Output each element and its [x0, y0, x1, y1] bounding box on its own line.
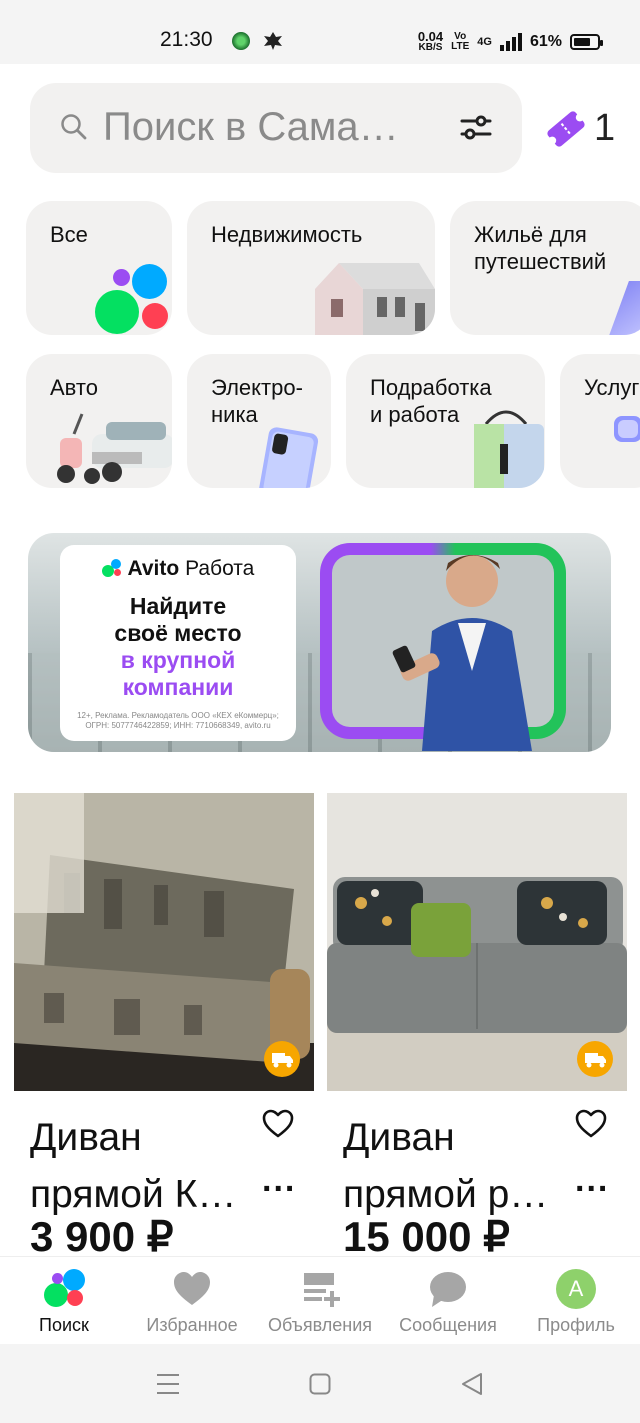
ad-disclaimer: 12+, Реклама. Рекламодатель ООО «КЕХ еКо…	[77, 711, 279, 730]
category-electronics[interactable]: Электро- ника	[187, 354, 331, 488]
search-icon	[61, 114, 87, 140]
more-options-icon[interactable]: ...	[575, 1161, 609, 1200]
man-in-suit-illustration	[392, 555, 532, 751]
signal-icon	[499, 32, 522, 51]
menu-icon[interactable]	[156, 1372, 180, 1396]
category-all[interactable]: Все	[26, 201, 172, 335]
phone-icon	[259, 427, 319, 488]
status-bar: 21:30 0.04 KB/S Vo LTE 4G 61%	[0, 0, 640, 64]
favorite-heart-icon[interactable]	[262, 1109, 294, 1139]
leaf-notification-icon	[264, 32, 282, 50]
tab-label: Объявления	[267, 1315, 373, 1335]
ad-text-card: Avito Работа Найдите своё место в крупно…	[60, 545, 296, 741]
listing-photo[interactable]	[14, 793, 314, 1091]
paint-roller-icon	[614, 416, 640, 442]
more-options-icon[interactable]: ...	[262, 1161, 296, 1200]
battery-icon	[570, 33, 603, 50]
promo-count: 1	[594, 107, 616, 149]
ad-brand: Avito Работа	[60, 557, 296, 581]
tab-favorites[interactable]: Избранное	[128, 1257, 256, 1345]
favorite-heart-icon[interactable]	[575, 1109, 607, 1139]
category-label: Жильё для путешествий	[474, 222, 607, 274]
tab-label: Поиск	[39, 1315, 89, 1335]
listing-card[interactable]: Диван прямой К… ...	[14, 793, 314, 1263]
category-label: Все	[50, 222, 88, 247]
system-nav-bar	[0, 1344, 640, 1423]
category-real-estate[interactable]: Недвижимость	[187, 201, 435, 335]
tab-messages[interactable]: Сообщения	[384, 1257, 512, 1345]
avatar: A	[556, 1269, 596, 1309]
listing-price: 15 000 ₽	[343, 1213, 510, 1260]
add-listing-icon	[304, 1273, 340, 1307]
listing-price: 3 900 ₽	[30, 1213, 174, 1260]
category-jobs[interactable]: Подработка и работа	[346, 354, 545, 488]
tab-label: Профиль	[537, 1315, 615, 1335]
ad-headline: Найдите своё место в крупной компании	[114, 593, 242, 700]
delivery-badge	[264, 1041, 300, 1077]
chat-bubble-icon	[430, 1272, 466, 1307]
category-auto[interactable]: Авто	[26, 354, 172, 488]
network-type: 4G	[477, 35, 492, 48]
category-label: Недвижимость	[211, 222, 363, 247]
status-indicators: 0.04 KB/S Vo LTE 4G 61%	[417, 29, 603, 53]
house-icon	[315, 263, 435, 335]
listing-card[interactable]: Диван прямой р… ...	[327, 793, 627, 1263]
back-icon[interactable]	[461, 1372, 483, 1396]
volte-indicator: Vo LTE	[451, 30, 470, 52]
avito-logo-icon	[101, 559, 122, 577]
tab-profile[interactable]: A Профиль	[512, 1257, 640, 1345]
listing-title[interactable]: Диван прямой К…	[30, 1109, 236, 1223]
truck-icon	[585, 1053, 606, 1068]
category-label: Авто	[50, 375, 98, 400]
ad-photo-frame	[320, 543, 566, 751]
search-placeholder: Поиск в Сама…	[103, 105, 399, 149]
listing-title[interactable]: Диван прямой р…	[343, 1109, 548, 1223]
category-travel-housing[interactable]: Жильё для путешествий	[450, 201, 640, 335]
category-label: Электро- ника	[211, 375, 303, 427]
search-input[interactable]: Поиск в Сама…	[30, 83, 522, 173]
delivery-badge	[577, 1041, 613, 1077]
clock: 21:30	[160, 28, 213, 51]
category-services[interactable]: Услуг	[560, 354, 640, 488]
ad-banner-avito-jobs[interactable]: Avito Работа Найдите своё место в крупно…	[28, 533, 611, 752]
bag-icon	[474, 410, 544, 488]
tab-ads[interactable]: Объявления	[256, 1257, 384, 1345]
filter-icon[interactable]	[460, 114, 492, 142]
bottom-tab-bar: Поиск Избранное Объявления Сообщения A П…	[0, 1256, 640, 1344]
tab-label: Сообщения	[399, 1315, 497, 1335]
listing-photo[interactable]	[327, 793, 627, 1091]
heart-icon	[174, 1272, 210, 1305]
notification-icon	[232, 32, 250, 50]
avito-search-icon	[44, 1269, 85, 1309]
truck-icon	[272, 1053, 293, 1068]
tab-search[interactable]: Поиск	[0, 1257, 128, 1345]
battery-percent: 61%	[529, 32, 562, 50]
car-icon	[57, 413, 172, 484]
home-icon[interactable]	[309, 1373, 331, 1395]
promo-ticket-icon[interactable]	[545, 108, 587, 150]
network-speed: 0.04 KB/S	[417, 29, 444, 53]
travel-illustration	[607, 281, 640, 335]
tab-label: Избранное	[146, 1315, 238, 1335]
category-label: Услуг	[584, 375, 640, 400]
